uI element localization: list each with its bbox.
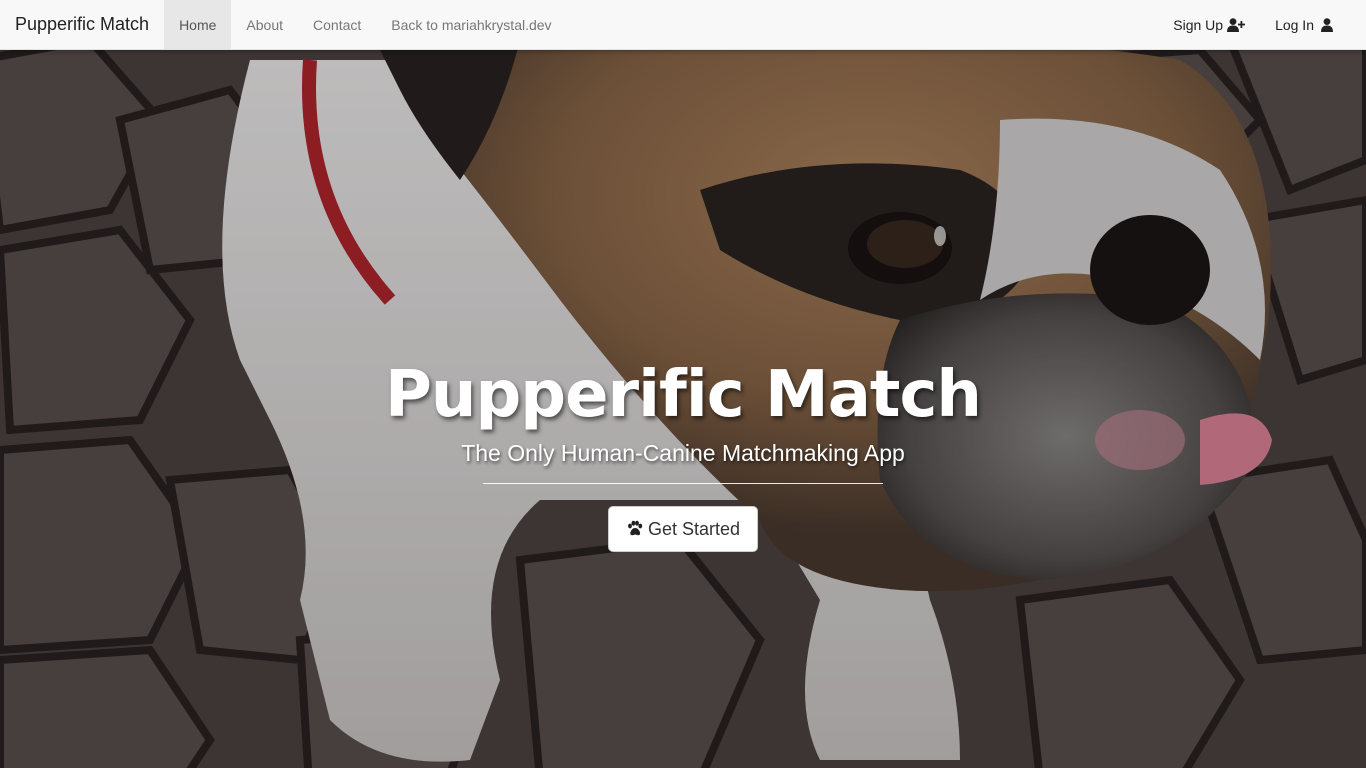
paw-icon xyxy=(626,520,644,538)
sign-up-link[interactable]: Sign Up xyxy=(1158,0,1260,49)
log-in-label: Log In xyxy=(1275,16,1314,33)
hero-content: Pupperific Match The Only Human-Canine M… xyxy=(0,352,1366,552)
nav-back-to-portfolio[interactable]: Back to mariahkrystal.dev xyxy=(376,0,566,49)
sign-up-label: Sign Up xyxy=(1173,16,1224,33)
hero-divider xyxy=(483,483,883,484)
get-started-button[interactable]: Get Started xyxy=(607,506,759,552)
hero-title: Pupperific Match xyxy=(385,358,982,432)
user-icon xyxy=(1318,17,1336,32)
nav-links: Home About Contact Back to mariahkrystal… xyxy=(164,0,567,49)
nav-home[interactable]: Home xyxy=(164,0,232,49)
nav-about[interactable]: About xyxy=(231,0,298,49)
log-in-link[interactable]: Log In xyxy=(1260,0,1351,49)
user-plus-icon xyxy=(1227,17,1246,32)
top-navbar: Pupperific Match Home About Contact Back… xyxy=(0,0,1366,50)
nav-auth-links: Sign Up Log In xyxy=(1158,0,1366,49)
brand-link[interactable]: Pupperific Match xyxy=(0,0,164,49)
hero-subtitle: The Only Human-Canine Matchmaking App xyxy=(461,440,905,466)
nav-contact[interactable]: Contact xyxy=(298,0,376,49)
get-started-label: Get Started xyxy=(647,518,741,539)
